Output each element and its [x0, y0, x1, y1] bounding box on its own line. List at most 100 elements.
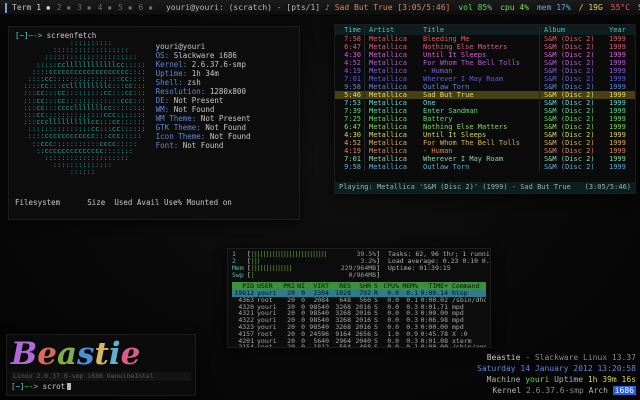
track-artist: Metallica [364, 35, 421, 43]
info-value: Not Found [169, 105, 214, 114]
status-segment: ♪ Sad But True [3:05/5:46] [325, 3, 450, 12]
playlist-row[interactable]: 4:52 Metallica For Whom The Bell Tolls S… [335, 139, 635, 147]
track-time: 6:47 [335, 43, 364, 51]
track-time: 4:52 [335, 139, 364, 147]
playlist-row[interactable]: 4:30 Metallica Until It Sleeps S&M (Disc… [335, 131, 635, 139]
htop-meters-area: 1||||||||||||||||||||||||||39.5% 2|||3.2… [232, 251, 486, 279]
track-artist: Metallica [364, 115, 421, 123]
playlist-row[interactable]: 4:30 Metallica Until It Sleeps S&M (Disc… [335, 51, 635, 59]
music-player-window[interactable]: Time Artist Title Album Year 7:58 Metall… [334, 24, 636, 194]
playlist-row[interactable]: 4:19 Metallica - Human S&M (Disc 2) 1999 [335, 147, 635, 155]
meter-bar: |||||||||||||| [251, 265, 341, 272]
htop-window[interactable]: 1||||||||||||||||||||||||||39.5% 2|||3.2… [227, 248, 491, 348]
info-label: Icon Theme: [156, 132, 206, 141]
conky-info-panel: Beastie - Slackware Linux 13.37 Saturday… [477, 352, 636, 396]
system-info-line: Kernel: 2.6.37.6-smp [156, 60, 251, 69]
column-year: Year [606, 26, 635, 34]
playlist-row[interactable]: 9:58 Metallica Outlaw Torn S&M (Disc 2) … [335, 163, 635, 171]
proc-virt: 1812 [305, 344, 329, 348]
track-time: 7:39 [335, 107, 364, 115]
track-album: S&M (Disc 2) [539, 91, 606, 99]
track-album: S&M (Disc 2) [539, 139, 606, 147]
playlist-row[interactable]: 5:46 Metallica Sad But True S&M (Disc 2)… [335, 91, 635, 99]
text-part: i686 [613, 386, 636, 395]
track-album: S&M (Disc 2) [539, 107, 606, 115]
meter-bar: |||||||||||||||||||||||||| [251, 251, 357, 258]
track-time: 7:25 [335, 115, 364, 123]
ascii-art-line: :::::: [15, 169, 146, 176]
meter-value: 0/964MB [349, 272, 376, 279]
playlist-row[interactable]: 7:58 Metallica Bleeding Me S&M (Disc 2) … [335, 35, 635, 43]
info-value: 2.6.37.6-smp [187, 60, 246, 69]
proc-command: /sbin/dhcpcd [448, 297, 486, 304]
system-info-line: DE: Not Present [156, 96, 251, 105]
track-year: 1999 [606, 115, 635, 123]
workspace-button[interactable]: 6 ▪ [139, 3, 153, 12]
workspace-button[interactable]: 2 ▪ [57, 3, 71, 12]
workspace-button[interactable]: 4 ▪ [98, 3, 112, 12]
playlist-row[interactable]: 9:58 Metallica Outlaw Torn S&M (Disc 2) … [335, 83, 635, 91]
meter-value: 3.2% [360, 258, 376, 265]
track-album: S&M (Disc 2) [539, 35, 606, 43]
shell-prompt[interactable]: [~]—-> scrot [11, 382, 191, 392]
playlist-row[interactable]: 4:52 Metallica For Whom The Bell Tolls S… [335, 59, 635, 67]
text-part: Saturday 14 January 2012 13:20:58 [477, 364, 636, 373]
proc-cpu: 0.0 [381, 344, 399, 348]
date-line: Saturday 14 January 2012 13:20:58 [477, 363, 636, 374]
system-info-line: Resolution: 1280x800 [156, 87, 251, 96]
playlist-row[interactable]: 7:01 Metallica Wherever I May Roam S&M (… [335, 75, 635, 83]
track-album: S&M (Disc 2) [539, 123, 606, 131]
system-info-line: WM: Not Found [156, 105, 251, 114]
now-playing-text: Playing: Metallica 'S&M (Disc 2)' (1999)… [339, 183, 571, 192]
playlist-row[interactable]: 7:25 Metallica Battery S&M (Disc 2) 1999 [335, 115, 635, 123]
track-title: Outlaw Torn [421, 83, 539, 91]
column-artist: Artist [364, 26, 421, 34]
track-time: 7:53 [335, 99, 364, 107]
info-value: youri@youri [156, 42, 206, 51]
playlist-row[interactable]: 7:53 Metallica One S&M (Disc 2) 1999 [335, 99, 635, 107]
info-label: Font: [156, 141, 179, 150]
track-album: S&M (Disc 2) [539, 83, 606, 91]
track-year: 1999 [606, 99, 635, 107]
workspace-button[interactable]: 1 ▪ [36, 3, 50, 12]
distro-line: Beastie - Slackware Linux 13.37 [477, 352, 636, 363]
status-segment: cpu 4% [500, 3, 529, 12]
meter-bar: | [251, 272, 349, 279]
track-title: Bleeding Me [421, 35, 539, 43]
playlist-row[interactable]: 7:01 Metallica Wherever I May Roam S&M (… [335, 155, 635, 163]
terminal-screenfetch[interactable]: [~]—-> screenfetch :::::::::: ::::::::::… [8, 26, 300, 220]
machine-line: Machine youri Uptime 1h 39m 16s [477, 374, 636, 385]
process-table: PID USER PRI NI VIRT RES SHR S CPU% MEM%… [232, 282, 486, 348]
playlist-row[interactable]: 4:19 Metallica - Human S&M (Disc 2) 1999 [335, 67, 635, 75]
proc-mem: 0.1 [399, 344, 418, 348]
track-time: 4:19 [335, 67, 364, 75]
proc-command: mpd [448, 310, 486, 317]
text-part: Kernel [492, 386, 526, 395]
info-value: 1h 34m [187, 69, 219, 78]
resource-meter: 1||||||||||||||||||||||||||39.5% [232, 251, 380, 258]
playlist-row[interactable]: 6:47 Metallica Nothing Else Matters S&M … [335, 43, 635, 51]
track-time: 5:46 [335, 91, 364, 99]
track-artist: Metallica [364, 147, 421, 155]
track-title: Nothing Else Matters [421, 43, 539, 51]
status-segment: vol 85% [458, 3, 492, 12]
track-artist: Metallica [364, 155, 421, 163]
terminal-beastie[interactable]: Beastie Linux 2.6.37.6-smp i686 GenuineI… [6, 334, 196, 396]
track-artist: Metallica [364, 75, 421, 83]
track-year: 1999 [606, 155, 635, 163]
playlist-row[interactable]: 7:39 Metallica Enter Sandman S&M (Disc 2… [335, 107, 635, 115]
proc-res: 564 [329, 344, 351, 348]
track-album: S&M (Disc 2) [539, 147, 606, 155]
text-part: Arch [584, 386, 613, 395]
proc-command: htop [448, 290, 486, 297]
playlist-row[interactable]: 6:47 Metallica Nothing Else Matters S&M … [335, 123, 635, 131]
process-row[interactable]: 2154 root 20 0 1812 564 468 S 0.0 0.1 0:… [232, 344, 486, 348]
info-value: 1280x800 [205, 87, 246, 96]
workspace-button[interactable]: 5 ▪ [118, 3, 132, 12]
resource-meter: Mem||||||||||||||229/964MB [232, 265, 380, 272]
track-artist: Metallica [364, 67, 421, 75]
track-title: Sad But True [421, 91, 539, 99]
track-artist: Metallica [364, 131, 421, 139]
workspace-button[interactable]: 3 ▪ [77, 3, 91, 12]
cpu-memory-meters: 1||||||||||||||||||||||||||39.5% 2|||3.2… [232, 251, 380, 279]
